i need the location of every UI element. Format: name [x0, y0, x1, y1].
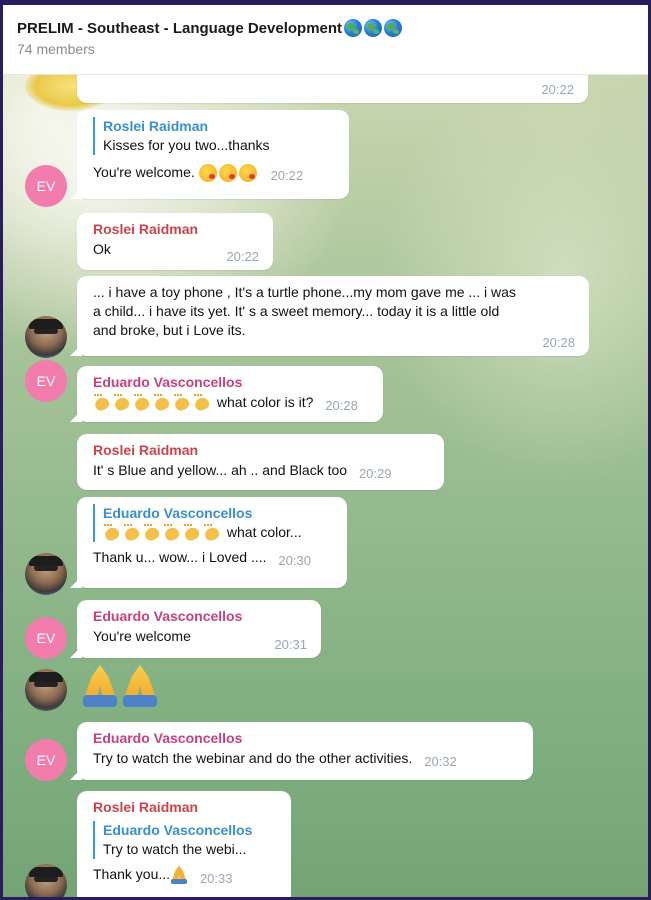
- avatar-initials: EV: [36, 630, 56, 646]
- clapping-hands-icon: [183, 524, 203, 542]
- avatar[interactable]: [25, 669, 67, 711]
- message-bubble[interactable]: Eduardo Vasconcellos what color... Thank…: [77, 497, 347, 588]
- reply-sender: Roslei Raidman: [103, 118, 209, 134]
- message-bubble[interactable]: Eduardo Vasconcellos You're welcome 20:3…: [77, 600, 321, 658]
- clapping-hands-icon: [113, 394, 133, 412]
- message-time: 20:22: [270, 168, 304, 184]
- message-bubble[interactable]: Roslei Raidman Ok 20:22: [77, 213, 273, 270]
- clapping-hands-icon: [143, 524, 163, 542]
- message-text: It' s Blue and yellow... ah .. and Black…: [93, 462, 348, 478]
- chat-window: PRELIM - Southeast - Language Developmen…: [0, 0, 651, 900]
- face-blowing-kiss-icon: [218, 164, 237, 183]
- message-bubble[interactable]: Roslei Raidman It' s Blue and yellow... …: [77, 434, 444, 490]
- clapping-hands-icon: [173, 394, 193, 412]
- avatar[interactable]: [25, 316, 67, 358]
- clapping-hands-icon: [163, 524, 183, 542]
- face-blowing-kiss-icon: [198, 164, 217, 183]
- message-text: Ok: [93, 241, 111, 257]
- clapping-hands-icon: [193, 394, 213, 412]
- reply-text: what color...: [226, 524, 302, 540]
- clapping-hands-icon: [93, 394, 113, 412]
- message-bubble[interactable]: Eduardo Vasconcellos what color is it? 2…: [77, 366, 383, 422]
- globe-americas-icon: [364, 19, 383, 37]
- member-count[interactable]: 74 members: [17, 41, 648, 57]
- clapping-hands-icon: [103, 524, 123, 542]
- message-sender[interactable]: Eduardo Vasconcellos: [93, 373, 369, 392]
- message-bubble[interactable]: Roslei Raidman Eduardo Vasconcellos Try …: [77, 791, 291, 897]
- message-time: 20:28: [542, 335, 575, 350]
- face-blowing-kiss-icon: [238, 164, 257, 183]
- reply-sender: Eduardo Vasconcellos: [103, 822, 253, 838]
- globe-asia-australia-icon: [384, 19, 403, 37]
- message-text: You're welcome: [93, 628, 191, 644]
- message-time: 20:22: [541, 82, 574, 97]
- message-time: 20:33: [199, 871, 233, 887]
- chat-title[interactable]: PRELIM - Southeast - Language Developmen…: [17, 19, 648, 37]
- folded-hands-icon[interactable]: [121, 665, 159, 707]
- message-time: 20:28: [325, 398, 358, 414]
- message-sender[interactable]: Roslei Raidman: [93, 220, 259, 239]
- avatar[interactable]: EV: [25, 165, 67, 207]
- avatar[interactable]: EV: [25, 739, 67, 781]
- message-time: 20:29: [358, 466, 392, 481]
- message-text-line: ... i have a toy phone , It's a turtle p…: [93, 284, 516, 300]
- folded-hands-icon: [170, 865, 188, 885]
- message-time: 20:30: [278, 553, 311, 569]
- message-sender[interactable]: Eduardo Vasconcellos: [93, 729, 519, 748]
- avatar[interactable]: EV: [25, 360, 67, 402]
- message-sender[interactable]: Roslei Raidman: [93, 798, 277, 817]
- avatar-initials: EV: [36, 752, 56, 768]
- reply-quote[interactable]: Eduardo Vasconcellos Try to watch the we…: [93, 821, 277, 859]
- message-text: what color is it?: [216, 394, 314, 410]
- message-text-line: a child... i have its yet. It' s a sweet…: [93, 303, 500, 319]
- message-sender[interactable]: Roslei Raidman: [93, 441, 430, 460]
- avatar-initials: EV: [36, 373, 56, 389]
- clapping-hands-icon: [133, 394, 153, 412]
- message-time: 20:22: [226, 249, 259, 264]
- message-text: Try to watch the webinar and do the othe…: [93, 750, 413, 766]
- message-text: Thank you...: [93, 866, 171, 882]
- folded-hands-icon[interactable]: [81, 665, 119, 707]
- message-bubble[interactable]: Eduardo Vasconcellos Try to watch the we…: [77, 722, 533, 780]
- avatar[interactable]: [25, 864, 67, 897]
- message-text: You're welcome.: [93, 164, 195, 180]
- avatar[interactable]: [25, 553, 67, 595]
- reply-quote[interactable]: Roslei Raidman Kisses for you two...than…: [93, 117, 335, 155]
- message-text: Thank u... wow... i Loved ....: [93, 549, 267, 566]
- clapping-hands-icon: [203, 524, 223, 542]
- reply-sender: Eduardo Vasconcellos: [103, 505, 253, 521]
- message-bubble[interactable]: ... i have a toy phone , It's a turtle p…: [77, 276, 589, 356]
- chat-header[interactable]: PRELIM - Southeast - Language Developmen…: [3, 5, 648, 75]
- clapping-hands-icon: [123, 524, 143, 542]
- avatar[interactable]: EV: [25, 617, 67, 659]
- message-sender[interactable]: Eduardo Vasconcellos: [93, 607, 307, 626]
- avatar-initials: EV: [36, 178, 56, 194]
- reply-quote[interactable]: Eduardo Vasconcellos what color...: [93, 504, 333, 543]
- chat-title-text: PRELIM - Southeast - Language Developmen…: [17, 19, 343, 37]
- message-text-line: and broke, but i Love its.: [93, 322, 246, 338]
- message-time: 20:32: [424, 754, 457, 769]
- reply-text: Kisses for you two...thanks: [103, 137, 270, 153]
- message-bubble[interactable]: Roslei Raidman Kisses for you two...than…: [77, 110, 349, 199]
- clapping-hands-icon: [153, 394, 173, 412]
- globe-europe-africa-icon: [344, 19, 363, 37]
- reply-text: Try to watch the webi...: [103, 841, 247, 857]
- message-time: 20:31: [274, 637, 307, 652]
- chat-background: 20:22 Roslei Raidman Kisses for you two.…: [3, 61, 648, 897]
